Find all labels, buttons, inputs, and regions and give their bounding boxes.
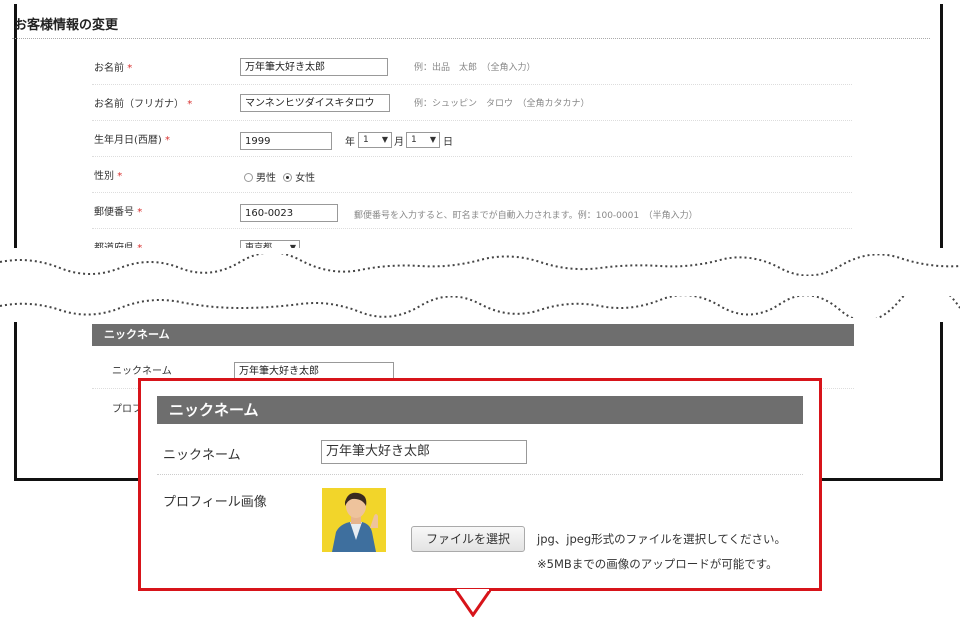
gender-options: 男性 女性 (244, 169, 315, 184)
birth-row: 生年月日(西暦) * 1999 年 1 ▼ 月 1 ▼ 日 (92, 120, 852, 157)
birth-year-input[interactable]: 1999 (240, 132, 332, 150)
zip-hint: 郵便番号を入力すると、町名までが自動入力されます。例：100-0001 （半角入… (354, 211, 698, 221)
zip-row: 郵便番号 * 160-0023 郵便番号を入力すると、町名までが自動入力されます… (92, 192, 852, 229)
file-size-note: ※5MBまでの画像のアップロードが可能です。 (537, 557, 778, 571)
callout-pointer-icon (455, 589, 491, 617)
birth-day-select[interactable]: 1 ▼ (406, 132, 440, 148)
file-format-note: jpg、jpeg形式のファイルを選択してください。 (537, 532, 786, 546)
callout-nick-label: ニックネーム (163, 448, 241, 463)
callout-nickname-header: ニックネーム (157, 396, 803, 424)
birth-month-select[interactable]: 1 ▼ (358, 132, 392, 148)
name-label: お名前 * (94, 63, 133, 74)
page-title: お客様情報の変更 (14, 18, 119, 33)
zip-label: 郵便番号 * (94, 207, 143, 218)
kana-label: お名前（フリガナ） * (94, 99, 193, 110)
year-unit: 年 (345, 137, 355, 148)
small-nick-label: ニックネーム (112, 366, 172, 377)
choose-file-button[interactable]: ファイルを選択 (411, 526, 525, 552)
title-divider (12, 38, 930, 39)
chevron-down-icon: ▼ (429, 135, 436, 144)
zip-input[interactable]: 160-0023 (240, 204, 338, 222)
radio-female-icon[interactable] (283, 173, 293, 182)
gender-label: 性別 * (94, 171, 123, 182)
birth-label: 生年月日(西暦) * (94, 135, 170, 146)
day-unit: 日 (443, 137, 453, 148)
callout-nick-input[interactable]: 万年筆大好き太郎 (321, 440, 527, 464)
zoom-callout: ニックネーム ニックネーム 万年筆大好き太郎 プロフィール画像 ファイルを選択 … (138, 378, 822, 591)
nickname-section-header: ニックネーム (92, 324, 854, 346)
name-input[interactable]: 万年筆大好き太郎 (240, 58, 388, 76)
callout-divider (157, 474, 803, 475)
callout-profile-label: プロフィール画像 (163, 495, 267, 510)
gender-row: 性別 * 男性 女性 (92, 156, 852, 193)
kana-hint: 例：シュッピン タロウ （全角カタカナ） (414, 99, 590, 109)
wave-divider-icon (0, 296, 960, 318)
name-hint: 例：出品 太郎 （全角入力） (414, 63, 536, 73)
name-row: お名前 * 万年筆大好き太郎 例：出品 太郎 （全角入力） (92, 48, 852, 85)
kana-row: お名前（フリガナ） * マンネンヒツダイスキタロウ 例：シュッピン タロウ （全… (92, 84, 852, 121)
wave-divider-icon (0, 254, 960, 276)
month-unit: 月 (394, 137, 404, 148)
avatar-icon (322, 488, 386, 552)
radio-male-icon[interactable] (244, 173, 253, 182)
kana-input[interactable]: マンネンヒツダイスキタロウ (240, 94, 390, 112)
chevron-down-icon: ▼ (381, 135, 388, 144)
